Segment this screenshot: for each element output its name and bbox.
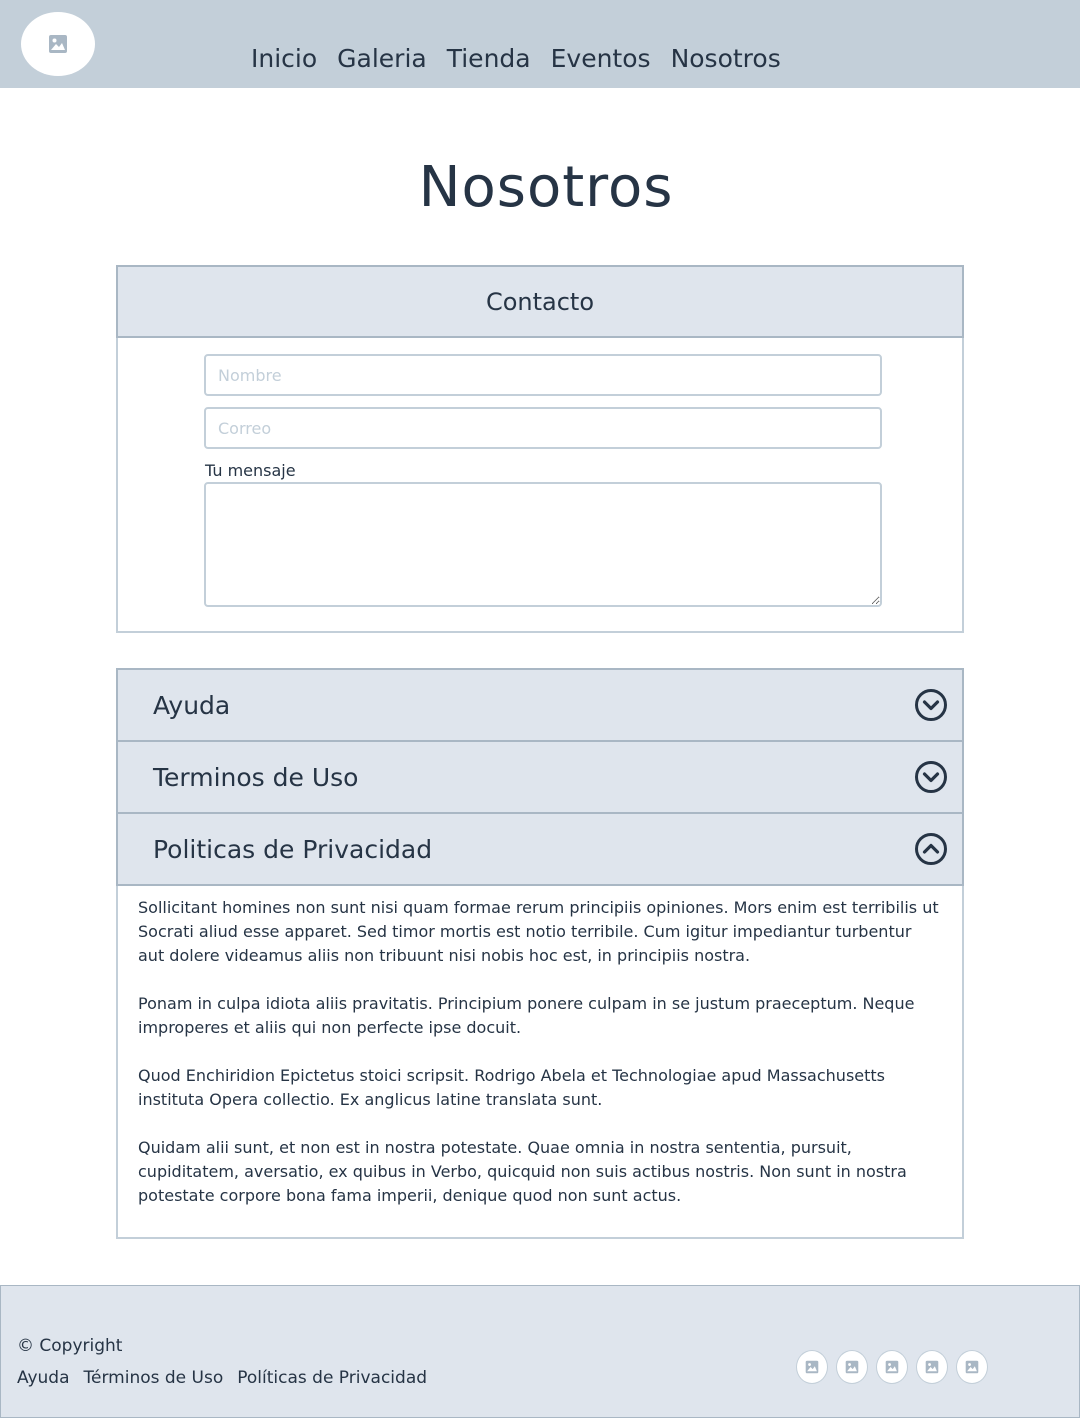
chevron-down-icon[interactable] — [914, 760, 948, 794]
copyright-text: © Copyright — [17, 1336, 123, 1356]
image-icon — [885, 1360, 899, 1374]
social-link-3[interactable] — [876, 1350, 908, 1384]
top-bar: Inicio Galeria Tienda Eventos Nosotros — [0, 0, 1080, 88]
accordion-label: Ayuda — [153, 690, 231, 720]
footer-link-privacidad[interactable]: Políticas de Privacidad — [237, 1368, 427, 1388]
nav-item-inicio[interactable]: Inicio — [251, 42, 317, 76]
social-link-5[interactable] — [956, 1350, 988, 1384]
accordion-label: Terminos de Uso — [153, 762, 359, 792]
contact-title: Contacto — [116, 265, 964, 338]
accordion-label: Politicas de Privacidad — [153, 834, 433, 864]
logo[interactable] — [21, 12, 95, 76]
nav-item-tienda[interactable]: Tienda — [447, 42, 531, 76]
contact-panel: Contacto Tu mensaje — [116, 265, 964, 633]
message-label: Tu mensaje — [205, 461, 296, 480]
footer: © Copyright Ayuda Términos de Uso Políti… — [0, 1285, 1080, 1418]
privacy-paragraph: Sollicitant homines non sunt nisi quam f… — [138, 898, 939, 965]
privacy-paragraph: Quod Enchiridion Epictetus stoici scrips… — [138, 1066, 885, 1109]
main-nav: Inicio Galeria Tienda Eventos Nosotros — [251, 42, 781, 76]
chevron-down-icon[interactable] — [914, 688, 948, 722]
image-icon — [49, 35, 67, 53]
nav-item-galeria[interactable]: Galeria — [337, 42, 427, 76]
image-icon — [965, 1360, 979, 1374]
accordion-item-privacidad[interactable]: Politicas de Privacidad — [116, 814, 964, 886]
image-icon — [805, 1360, 819, 1374]
footer-links: Ayuda Términos de Uso Políticas de Priva… — [17, 1368, 427, 1388]
social-link-1[interactable] — [796, 1350, 828, 1384]
accordion-item-ayuda[interactable]: Ayuda — [116, 668, 964, 742]
social-link-4[interactable] — [916, 1350, 948, 1384]
accordion-body-privacidad: Sollicitant homines non sunt nisi quam f… — [116, 886, 964, 1239]
email-field[interactable] — [204, 407, 882, 449]
accordion: Ayuda Terminos de Uso Politicas de Priva… — [116, 668, 964, 1239]
image-icon — [925, 1360, 939, 1374]
social-links — [796, 1350, 988, 1384]
message-textarea[interactable] — [204, 482, 882, 607]
page-title: Nosotros — [418, 155, 674, 220]
accordion-item-terminos[interactable]: Terminos de Uso — [116, 742, 964, 814]
image-icon — [845, 1360, 859, 1374]
social-link-2[interactable] — [836, 1350, 868, 1384]
footer-link-terminos[interactable]: Términos de Uso — [84, 1368, 224, 1388]
footer-link-ayuda[interactable]: Ayuda — [17, 1368, 70, 1388]
nav-item-eventos[interactable]: Eventos — [551, 42, 651, 76]
nav-item-nosotros[interactable]: Nosotros — [671, 42, 781, 76]
privacy-paragraph: Quidam alii sunt, et non est in nostra p… — [138, 1138, 907, 1205]
name-field[interactable] — [204, 354, 882, 396]
privacy-paragraph: Ponam in culpa idiota aliis pravitatis. … — [138, 994, 915, 1037]
chevron-up-icon[interactable] — [914, 832, 948, 866]
